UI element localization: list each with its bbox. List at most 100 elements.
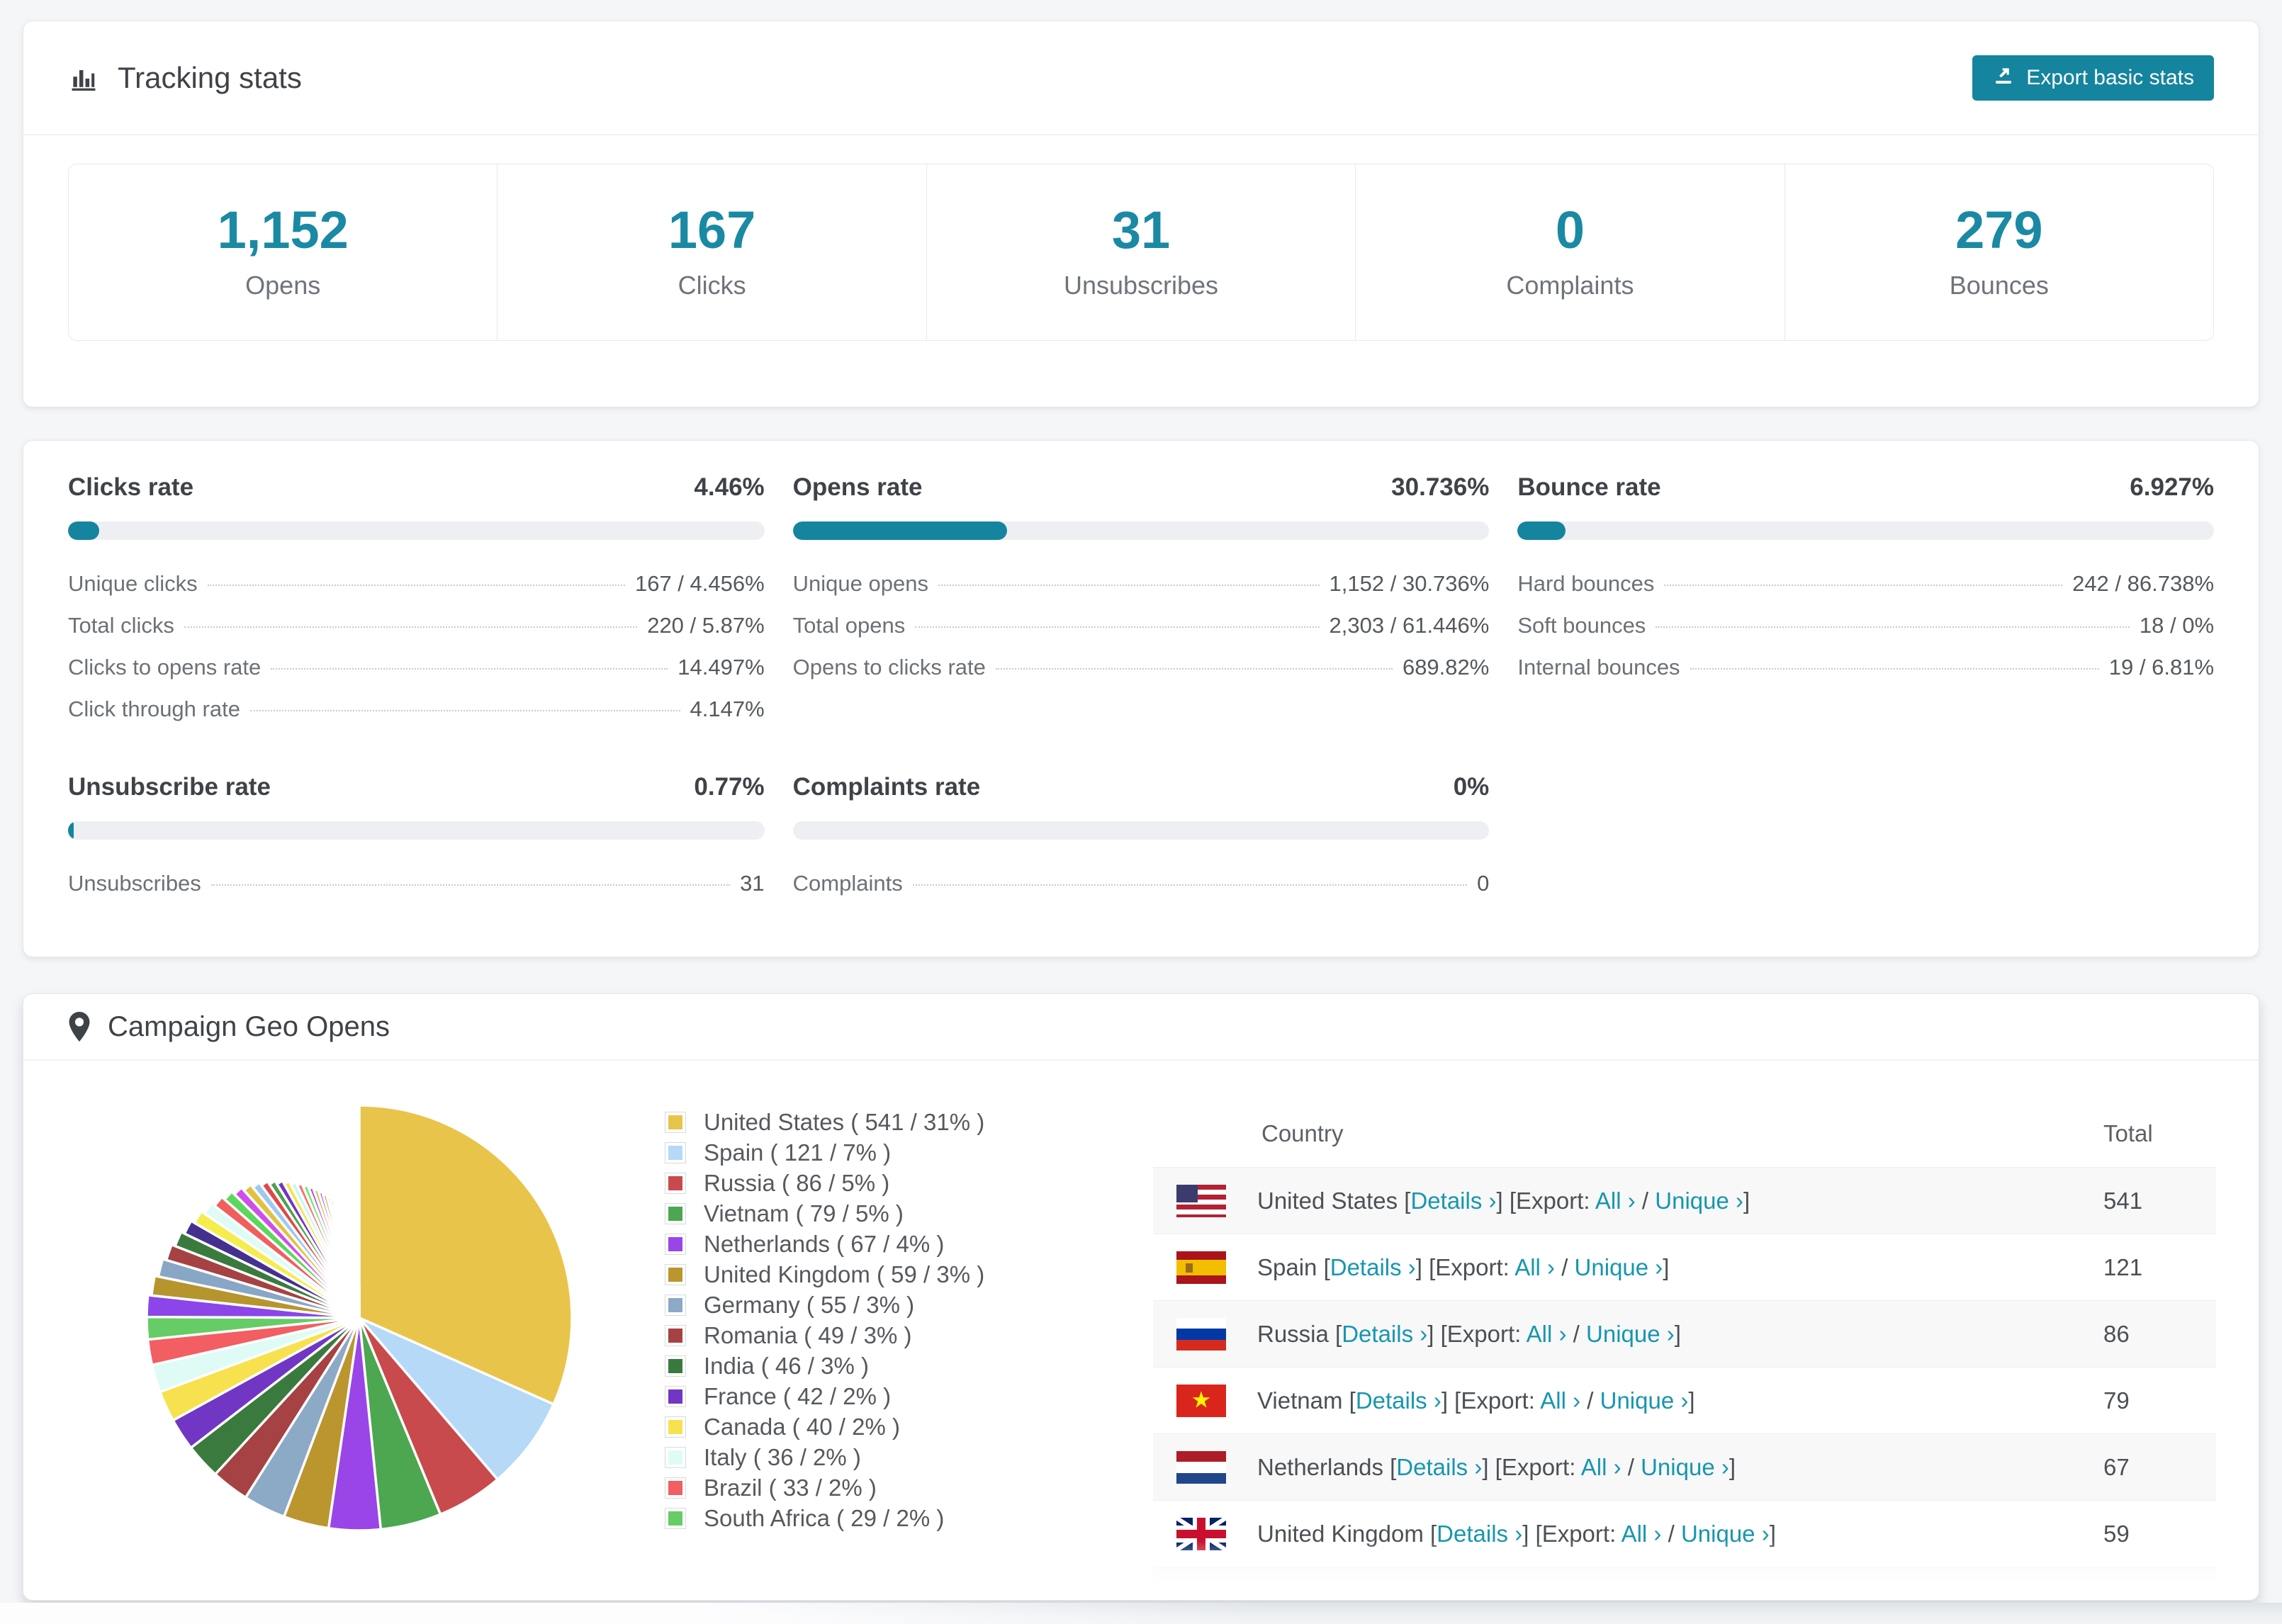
progress-bar	[68, 821, 765, 840]
legend-item-spain[interactable]: Spain ( 121 / 7% )	[665, 1137, 984, 1168]
legend-item-vietnam[interactable]: Vietnam ( 79 / 5% )	[665, 1198, 984, 1229]
stat-label: Soft bounces	[1517, 613, 1646, 638]
legend-item-canada[interactable]: Canada ( 40 / 2% )	[665, 1411, 984, 1442]
export-unique-link[interactable]: Unique ›	[1600, 1387, 1689, 1414]
legend-label: United Kingdom ( 59 / 3% )	[704, 1261, 985, 1287]
text: [	[1328, 1320, 1342, 1347]
export-all-link[interactable]: All ›	[1581, 1454, 1621, 1480]
legend-label: Romania ( 49 / 3% )	[704, 1321, 912, 1348]
legend-color-chip	[665, 1203, 685, 1224]
text: ]	[1729, 1453, 1736, 1480]
geo-row-text: United States [Details ›] [Export: All ›…	[1257, 1188, 1750, 1214]
legend-item-netherlands[interactable]: Netherlands ( 67 / 4% )	[665, 1229, 984, 1259]
legend-item-south-africa[interactable]: South Africa ( 29 / 2% )	[665, 1503, 984, 1533]
legend-color-chip	[665, 1264, 685, 1285]
stat-value: 19 / 6.81%	[2108, 655, 2215, 680]
rates-card: Clicks rate 4.46% Unique clicks 167 / 4.456…	[23, 440, 2259, 957]
geo-table-header: Country Total	[1153, 1100, 2216, 1167]
export-button-label: Export basic stats	[2026, 65, 2194, 89]
rate-section-opens-rate: Opens rate 30.736% Unique opens 1,152 / 30.…	[792, 473, 1490, 721]
legend-item-romania[interactable]: Romania ( 49 / 3% )	[665, 1320, 984, 1350]
summary-label: Opens	[245, 271, 321, 300]
legend-color-chip	[665, 1447, 685, 1467]
dotted-leader	[271, 668, 668, 670]
stat-row-internal-bounces: Internal bounces 19 / 6.81%	[1517, 656, 2214, 679]
details-link[interactable]: Details ›	[1330, 1254, 1416, 1280]
text: ] [Export:	[1496, 1187, 1595, 1214]
legend-item-germany[interactable]: Germany ( 55 / 3% )	[665, 1290, 984, 1320]
rate-section-unsubscribe-rate: Unsubscribe rate 0.77% Unsubscribes 31	[68, 773, 765, 895]
export-unique-link[interactable]: Unique ›	[1681, 1521, 1770, 1547]
text: /	[1661, 1520, 1681, 1547]
legend-color-chip	[665, 1477, 685, 1498]
geo-opens-body: United States ( 541 / 31% ) Spain ( 121 /…	[23, 1061, 2259, 1600]
legend-item-italy[interactable]: Italy ( 36 / 2% )	[665, 1442, 984, 1472]
rate-section-clicks-rate: Clicks rate 4.46% Unique clicks 167 / 4.456…	[68, 473, 765, 721]
stat-label: Total opens	[792, 613, 906, 638]
legend-label: Russia ( 86 / 5% )	[704, 1169, 890, 1196]
geo-row-netherlands: Netherlands [Details ›] [Export: All › /…	[1153, 1433, 2216, 1500]
rate-section-head: Bounce rate 6.927%	[1517, 473, 2214, 502]
rate-section-complaints-rate: Complaints rate 0% Complaints 0	[792, 773, 1490, 895]
campaign-geo-opens-card: Campaign Geo Opens United States ( 541 /…	[23, 993, 2259, 1601]
export-all-link[interactable]: All ›	[1514, 1254, 1555, 1280]
legend-item-india[interactable]: India ( 46 / 3% )	[665, 1350, 984, 1381]
details-link[interactable]: Details ›	[1342, 1321, 1427, 1347]
stat-row-complaints: Complaints 0	[793, 872, 1490, 895]
page-bottom-band	[0, 1603, 2282, 1624]
details-link[interactable]: Details ›	[1410, 1188, 1496, 1214]
stat-label: Unique clicks	[68, 571, 198, 596]
stat-row-click-through-rate: Click through rate 4.147%	[68, 698, 765, 721]
details-link[interactable]: Details ›	[1437, 1521, 1522, 1547]
stat-label: Complaints	[792, 871, 903, 896]
pie-legend: United States ( 541 / 31% ) Spain ( 121 /…	[665, 1107, 984, 1533]
legend-label: United States ( 541 / 31% )	[704, 1108, 985, 1135]
stat-row-unique-clicks: Unique clicks 167 / 4.456%	[68, 573, 765, 595]
text: [	[1317, 1253, 1330, 1280]
export-unique-link[interactable]: Unique ›	[1586, 1321, 1675, 1347]
summary-stat-bounces: 279 Bounces	[1784, 164, 2213, 340]
details-link[interactable]: Details ›	[1396, 1454, 1482, 1480]
stat-value: 14.497%	[678, 655, 765, 680]
dotted-leader	[207, 585, 625, 586]
text: ] [Export:	[1482, 1453, 1581, 1480]
geo-row-text: Spain [Details ›] [Export: All › / Uniqu…	[1257, 1254, 1669, 1281]
export-all-link[interactable]: All ›	[1621, 1521, 1662, 1547]
text: ] [Export:	[1522, 1520, 1621, 1547]
export-unique-link[interactable]: Unique ›	[1655, 1188, 1743, 1214]
summary-value: 279	[1955, 201, 2043, 259]
stat-value: 167 / 4.456%	[634, 571, 765, 596]
geo-row-united-kingdom: United Kingdom [Details ›] [Export: All …	[1153, 1500, 2216, 1567]
legend-color-chip	[665, 1142, 685, 1163]
export-all-link[interactable]: All ›	[1540, 1387, 1580, 1414]
summary-label: Complaints	[1506, 271, 1634, 300]
flag-icon-vn	[1176, 1384, 1226, 1417]
geo-table-rows: United States [Details ›] [Export: All ›…	[1153, 1167, 2216, 1600]
text: ]	[1663, 1253, 1670, 1280]
legend-item-united-kingdom[interactable]: United Kingdom ( 59 / 3% )	[665, 1259, 984, 1290]
export-all-link[interactable]: All ›	[1595, 1188, 1636, 1214]
rate-value: 0.77%	[694, 773, 765, 801]
stat-value: 31	[740, 871, 765, 896]
dotted-leader	[184, 626, 638, 628]
export-unique-link[interactable]: Unique ›	[1641, 1454, 1729, 1480]
export-all-link[interactable]: All ›	[1527, 1321, 1567, 1347]
summary-label: Clicks	[678, 271, 746, 300]
export-unique-link[interactable]: Unique ›	[1575, 1254, 1663, 1280]
stat-value: 1,152 / 30.736%	[1329, 571, 1490, 596]
summary-value: 31	[1111, 201, 1171, 259]
legend-item-brazil[interactable]: Brazil ( 33 / 2% )	[665, 1472, 984, 1503]
legend-label: Spain ( 121 / 7% )	[704, 1139, 892, 1166]
rate-value: 0%	[1453, 773, 1490, 801]
export-icon	[1992, 64, 2015, 92]
progress-bar	[68, 521, 765, 540]
summary-stat-complaints: 0 Complaints	[1355, 164, 1784, 340]
text: ]	[1688, 1387, 1695, 1414]
legend-item-russia[interactable]: Russia ( 86 / 5% )	[665, 1168, 984, 1198]
text: ] [Export:	[1427, 1320, 1527, 1347]
details-link[interactable]: Details ›	[1356, 1387, 1441, 1414]
legend-item-united-states[interactable]: United States ( 541 / 31% )	[665, 1107, 984, 1137]
legend-item-france[interactable]: France ( 42 / 2% )	[665, 1381, 984, 1411]
export-basic-stats-button[interactable]: Export basic stats	[1972, 55, 2214, 101]
flag-icon-nl	[1176, 1450, 1226, 1484]
